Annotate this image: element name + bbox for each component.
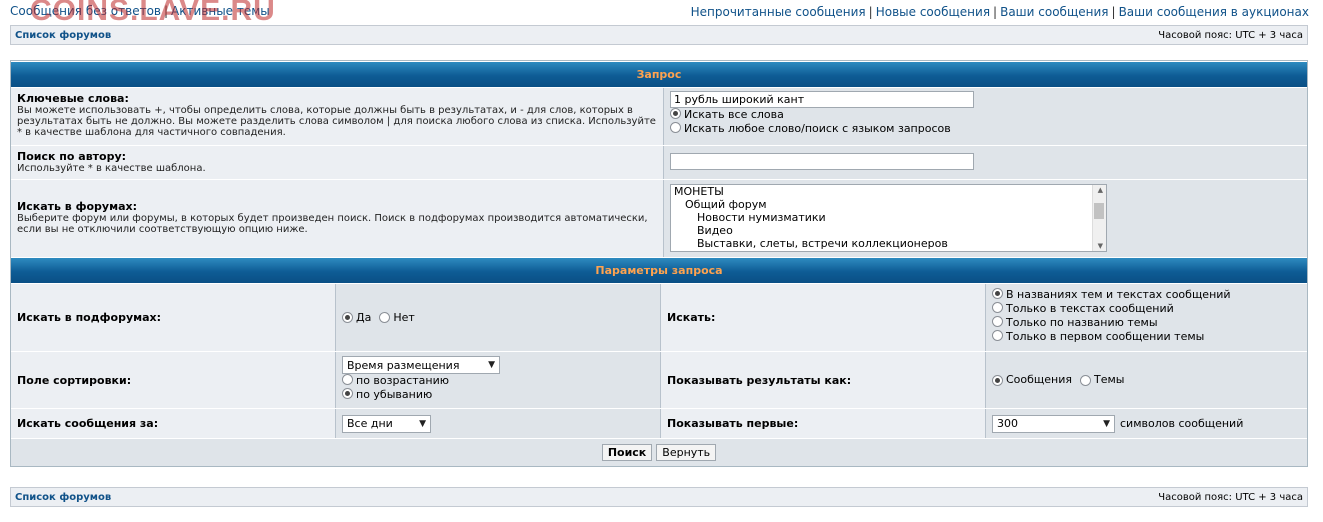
- search-button[interactable]: Поиск: [601, 444, 653, 461]
- timezone-label: Часовой пояс: UTC + 3 часа: [1158, 29, 1303, 41]
- forums-listbox[interactable]: МОНЕТЫ Общий форум Новости нумизматики В…: [670, 184, 1107, 252]
- forums-description: Выберите форум или форумы, в которых буд…: [17, 213, 648, 235]
- subforums-label: Искать в подфорумах:: [17, 311, 162, 324]
- subforums-row: Искать в подфорумах: Да Нет Искать: В на…: [11, 283, 1307, 351]
- forums-label: Искать в форумах:: [17, 200, 137, 213]
- author-input[interactable]: [670, 153, 974, 170]
- radio-any-word[interactable]: [670, 122, 681, 133]
- author-row: Поиск по автору: Используйте * в качеств…: [11, 145, 1307, 179]
- show-first-label: Показывать первые:: [667, 417, 799, 430]
- search-in-option[interactable]: В названиях тем и текстах сообщений: [992, 288, 1301, 302]
- radio-all-words[interactable]: [670, 108, 681, 119]
- author-label: Поиск по автору:: [17, 150, 127, 163]
- forum-index-link[interactable]: Список форумов: [15, 30, 111, 41]
- dropdown-arrow-icon: ▼: [419, 418, 426, 429]
- top-links-right: Непрочитанные сообщения | Новые сообщения |…: [690, 5, 1309, 19]
- site-watermark: COINS.LAVE.RU: [30, 0, 276, 27]
- query-header: Запрос: [11, 61, 1307, 87]
- period-row: Искать сообщения за: Все дни ▼ Показывать…: [11, 408, 1307, 438]
- dropdown-arrow-icon: ▼: [488, 360, 495, 370]
- period-select[interactable]: Все дни ▼: [342, 414, 431, 433]
- radio-subforums-yes[interactable]: [342, 312, 353, 323]
- dropdown-arrow-icon: ▼: [1103, 418, 1110, 429]
- listbox-scrollbar[interactable]: ▲ ▼: [1092, 185, 1106, 251]
- sort-asc-option[interactable]: по возрастанию: [342, 374, 654, 388]
- radio-subforums-no[interactable]: [379, 312, 391, 323]
- sort-desc-option[interactable]: по убыванию: [342, 388, 654, 402]
- period-label: Искать сообщения за:: [17, 417, 159, 430]
- navbar-bottom: Список форумов Часовой пояс: UTC + 3 час…: [10, 487, 1308, 507]
- new-posts-link[interactable]: Новые сообщения: [876, 5, 990, 19]
- keywords-input[interactable]: 1 рубль широкий кант: [670, 91, 974, 108]
- forums-row: Искать в форумах: Выберите форум или фор…: [11, 179, 1307, 257]
- radio-show-posts[interactable]: [992, 374, 1003, 386]
- author-description: Используйте * в качестве шаблона.: [17, 163, 206, 174]
- search-any-word-option[interactable]: Искать любое слово/поиск с языком запрос…: [670, 122, 1301, 136]
- search-in-option[interactable]: Только в первом сообщении темы: [992, 330, 1301, 344]
- params-header: Параметры запроса: [11, 257, 1307, 283]
- sort-row: Поле сортировки: Время размещения ▼ по во…: [11, 351, 1307, 408]
- forum-option[interactable]: Общий форум: [671, 198, 1106, 211]
- unread-posts-link[interactable]: Непрочитанные сообщения: [691, 5, 866, 19]
- navbar-top: Список форумов Часовой пояс: UTC + 3 час…: [10, 25, 1308, 45]
- show-as-label: Показывать результаты как:: [667, 373, 852, 387]
- timezone-label: Часовой пояс: UTC + 3 часа: [1158, 491, 1303, 503]
- sort-label: Поле сортировки:: [17, 373, 132, 387]
- reset-button[interactable]: Вернуть: [656, 444, 717, 461]
- scroll-thumb[interactable]: [1094, 203, 1104, 219]
- forum-option[interactable]: Выставки, слеты, встречи коллекционеров: [671, 237, 1106, 250]
- your-auction-posts-link[interactable]: Ваши сообщения в аукционах: [1119, 5, 1309, 19]
- forum-option[interactable]: Видео: [671, 224, 1106, 237]
- search-form: Запрос Ключевые слова: Вы можете использ…: [10, 60, 1308, 467]
- show-first-select[interactable]: 300 ▼: [992, 414, 1115, 433]
- forum-index-link[interactable]: Список форумов: [15, 492, 111, 503]
- search-in-option[interactable]: Только в текстах сообщений: [992, 302, 1301, 316]
- search-in-label: Искать:: [667, 311, 716, 324]
- sort-select[interactable]: Время размещения ▼: [342, 356, 500, 374]
- keywords-row: Ключевые слова: Вы можете использовать +…: [11, 87, 1307, 145]
- forum-option[interactable]: Новости нумизматики: [671, 211, 1106, 224]
- search-all-words-option[interactable]: Искать все слова: [670, 108, 1301, 122]
- scroll-down-icon[interactable]: ▼: [1098, 242, 1103, 250]
- show-first-suffix: символов сообщений: [1120, 416, 1244, 430]
- form-buttons: Поиск Вернуть: [11, 438, 1307, 466]
- search-in-option[interactable]: Только по названию темы: [992, 316, 1301, 330]
- keywords-label: Ключевые слова:: [17, 92, 129, 105]
- keywords-description: Вы можете использовать +, чтобы определи…: [17, 105, 656, 138]
- forum-option[interactable]: МОНЕТЫ: [671, 185, 1106, 198]
- radio-show-topics[interactable]: [1080, 374, 1092, 386]
- scroll-up-icon[interactable]: ▲: [1098, 186, 1103, 194]
- your-posts-link[interactable]: Ваши сообщения: [1000, 5, 1108, 19]
